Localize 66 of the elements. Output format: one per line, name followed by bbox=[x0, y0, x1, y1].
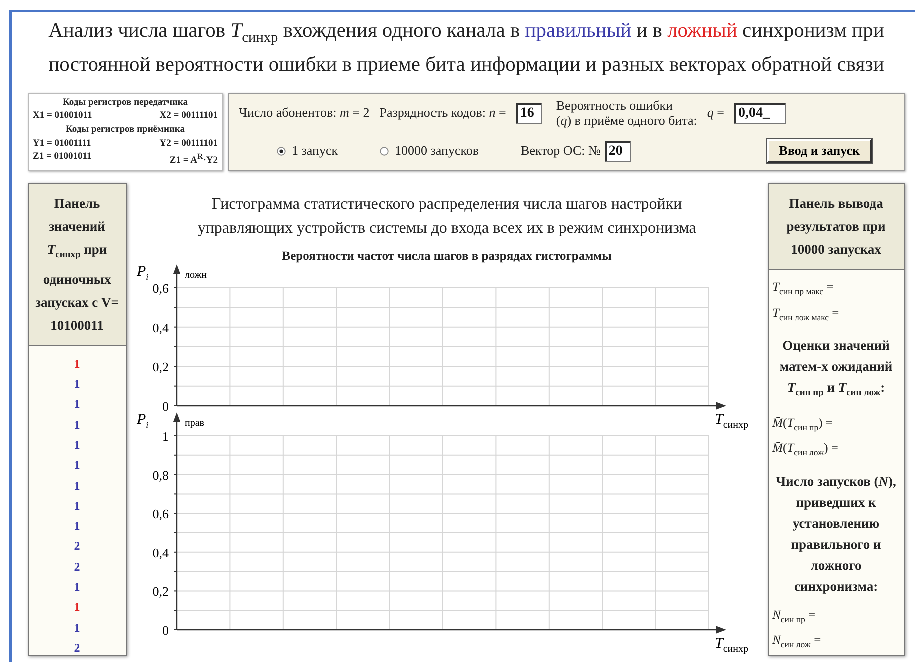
tick-label: 1 bbox=[162, 429, 169, 444]
series-label: ложн bbox=[184, 270, 207, 282]
value-text: 1 bbox=[74, 620, 80, 637]
value-text: 1 bbox=[74, 376, 80, 394]
tick-label: 0,4 bbox=[152, 546, 169, 560]
error-probability-label: Вероятность ошибки (q) в приёме одного бита: bbox=[556, 98, 698, 128]
result-formula: N$_{син пр}$ = bbox=[772, 606, 817, 626]
series-label: прав bbox=[184, 418, 204, 430]
page-title: постоянной вероятности ошибки в приеме бита информации и разных векторах обратной связи bbox=[48, 53, 886, 78]
result-formula: M̄(T$_{син лож}$) = bbox=[772, 440, 840, 460]
code-length-label: Разрядность кодов: n = bbox=[380, 105, 506, 122]
register-code: Z1 = A$^{R}$·Y2 bbox=[170, 152, 218, 166]
value-text: 1 bbox=[74, 416, 80, 434]
tick-label: 0,8 bbox=[152, 468, 169, 483]
page-title: Анализ числа шагов T$_{синхр}$ вхождения одного канала в правильный и в ложный синхронизм при bbox=[48, 19, 886, 48]
subscribers-label: Число абонентов: m = 2 bbox=[239, 105, 370, 122]
value-text: 1 bbox=[74, 478, 80, 495]
value-text: 2 bbox=[74, 640, 80, 657]
register-code: X1 = 01001011 bbox=[33, 111, 92, 122]
result-caption: Оценки значений матем-х ожиданий T$_{син пр}$ и T$_{син лож}$: bbox=[778, 337, 894, 401]
q-label: q = bbox=[707, 105, 724, 122]
result-caption: Число запусков (N), приведших к установлению правильного и ложного синхронизма: bbox=[775, 472, 898, 596]
value-text: 2 bbox=[74, 558, 80, 576]
value-text: 1 bbox=[74, 498, 80, 515]
register-code: Y2 = 00111101 bbox=[160, 138, 218, 149]
axis-label: P$_{i}$ bbox=[136, 264, 148, 282]
register-code: Z1 = 01001011 bbox=[33, 152, 92, 164]
value-text: 1 bbox=[74, 599, 80, 616]
result-formula: T$_{син лож макс}$ = bbox=[772, 304, 840, 324]
value-text: 1 bbox=[74, 518, 80, 536]
tick-label: 0 bbox=[162, 399, 169, 414]
value-text: 1 bbox=[74, 457, 80, 474]
start-button[interactable]: Ввод и запуск bbox=[767, 139, 872, 164]
histogram-subtitle: Вероятности частот числа шагов в разрядах гистограммы bbox=[281, 249, 613, 264]
value-text: 2 bbox=[74, 538, 80, 556]
code-length-field[interactable]: 16 bbox=[516, 102, 542, 124]
codes-heading: Коды регистров приёмника bbox=[64, 125, 186, 135]
run-radio[interactable]: 10000 запусков bbox=[380, 143, 480, 160]
value-text: 1 bbox=[74, 396, 80, 414]
axis-label: T$_{синхр}$ bbox=[714, 412, 748, 432]
codes-heading: Коды регистров передатчика bbox=[62, 98, 190, 108]
tick-label: 0,4 bbox=[152, 320, 169, 336]
vector-field[interactable]: 20 bbox=[604, 140, 631, 162]
tick-label: 0,6 bbox=[152, 281, 169, 296]
panel-heading: Панель вывода результатов при 10000 запусках bbox=[768, 184, 904, 270]
radio-icon[interactable] bbox=[277, 146, 286, 156]
value-text: 1 bbox=[74, 579, 80, 596]
register-code: X2 = 00111101 bbox=[160, 111, 218, 122]
value-text: 1 bbox=[74, 436, 80, 454]
vector-label: Вектор ОС: № bbox=[521, 143, 601, 160]
error-probability-field[interactable]: 0,04_ bbox=[734, 102, 786, 124]
panel-heading: Панель значений T$_{синхр}$ при одиночных запусках с V= 10100011 bbox=[29, 184, 126, 346]
run-radio[interactable]: 1 запуск bbox=[277, 143, 338, 160]
axis-label: P$_{i}$ bbox=[136, 412, 148, 430]
tick-label: 0 bbox=[162, 623, 169, 638]
tick-label: 0,6 bbox=[152, 506, 169, 522]
result-formula: N$_{син лож}$ = bbox=[772, 632, 822, 652]
register-code: Y1 = 01001111 bbox=[33, 138, 92, 149]
axis-label: T$_{синхр}$ bbox=[714, 636, 748, 654]
value-text: 1 bbox=[74, 356, 80, 373]
radio-icon[interactable] bbox=[380, 146, 390, 156]
tick-label: 0,2 bbox=[152, 360, 169, 375]
histogram-title: Гистограмма статистического распределения числа шагов настройки управляющих устройств системы до входа всех их в режим синхронизма bbox=[196, 195, 698, 240]
tick-label: 0,2 bbox=[152, 584, 169, 600]
result-formula: M̄(T$_{син пр}$) = bbox=[772, 414, 834, 434]
result-formula: T$_{син пр макс}$ = bbox=[772, 279, 835, 299]
